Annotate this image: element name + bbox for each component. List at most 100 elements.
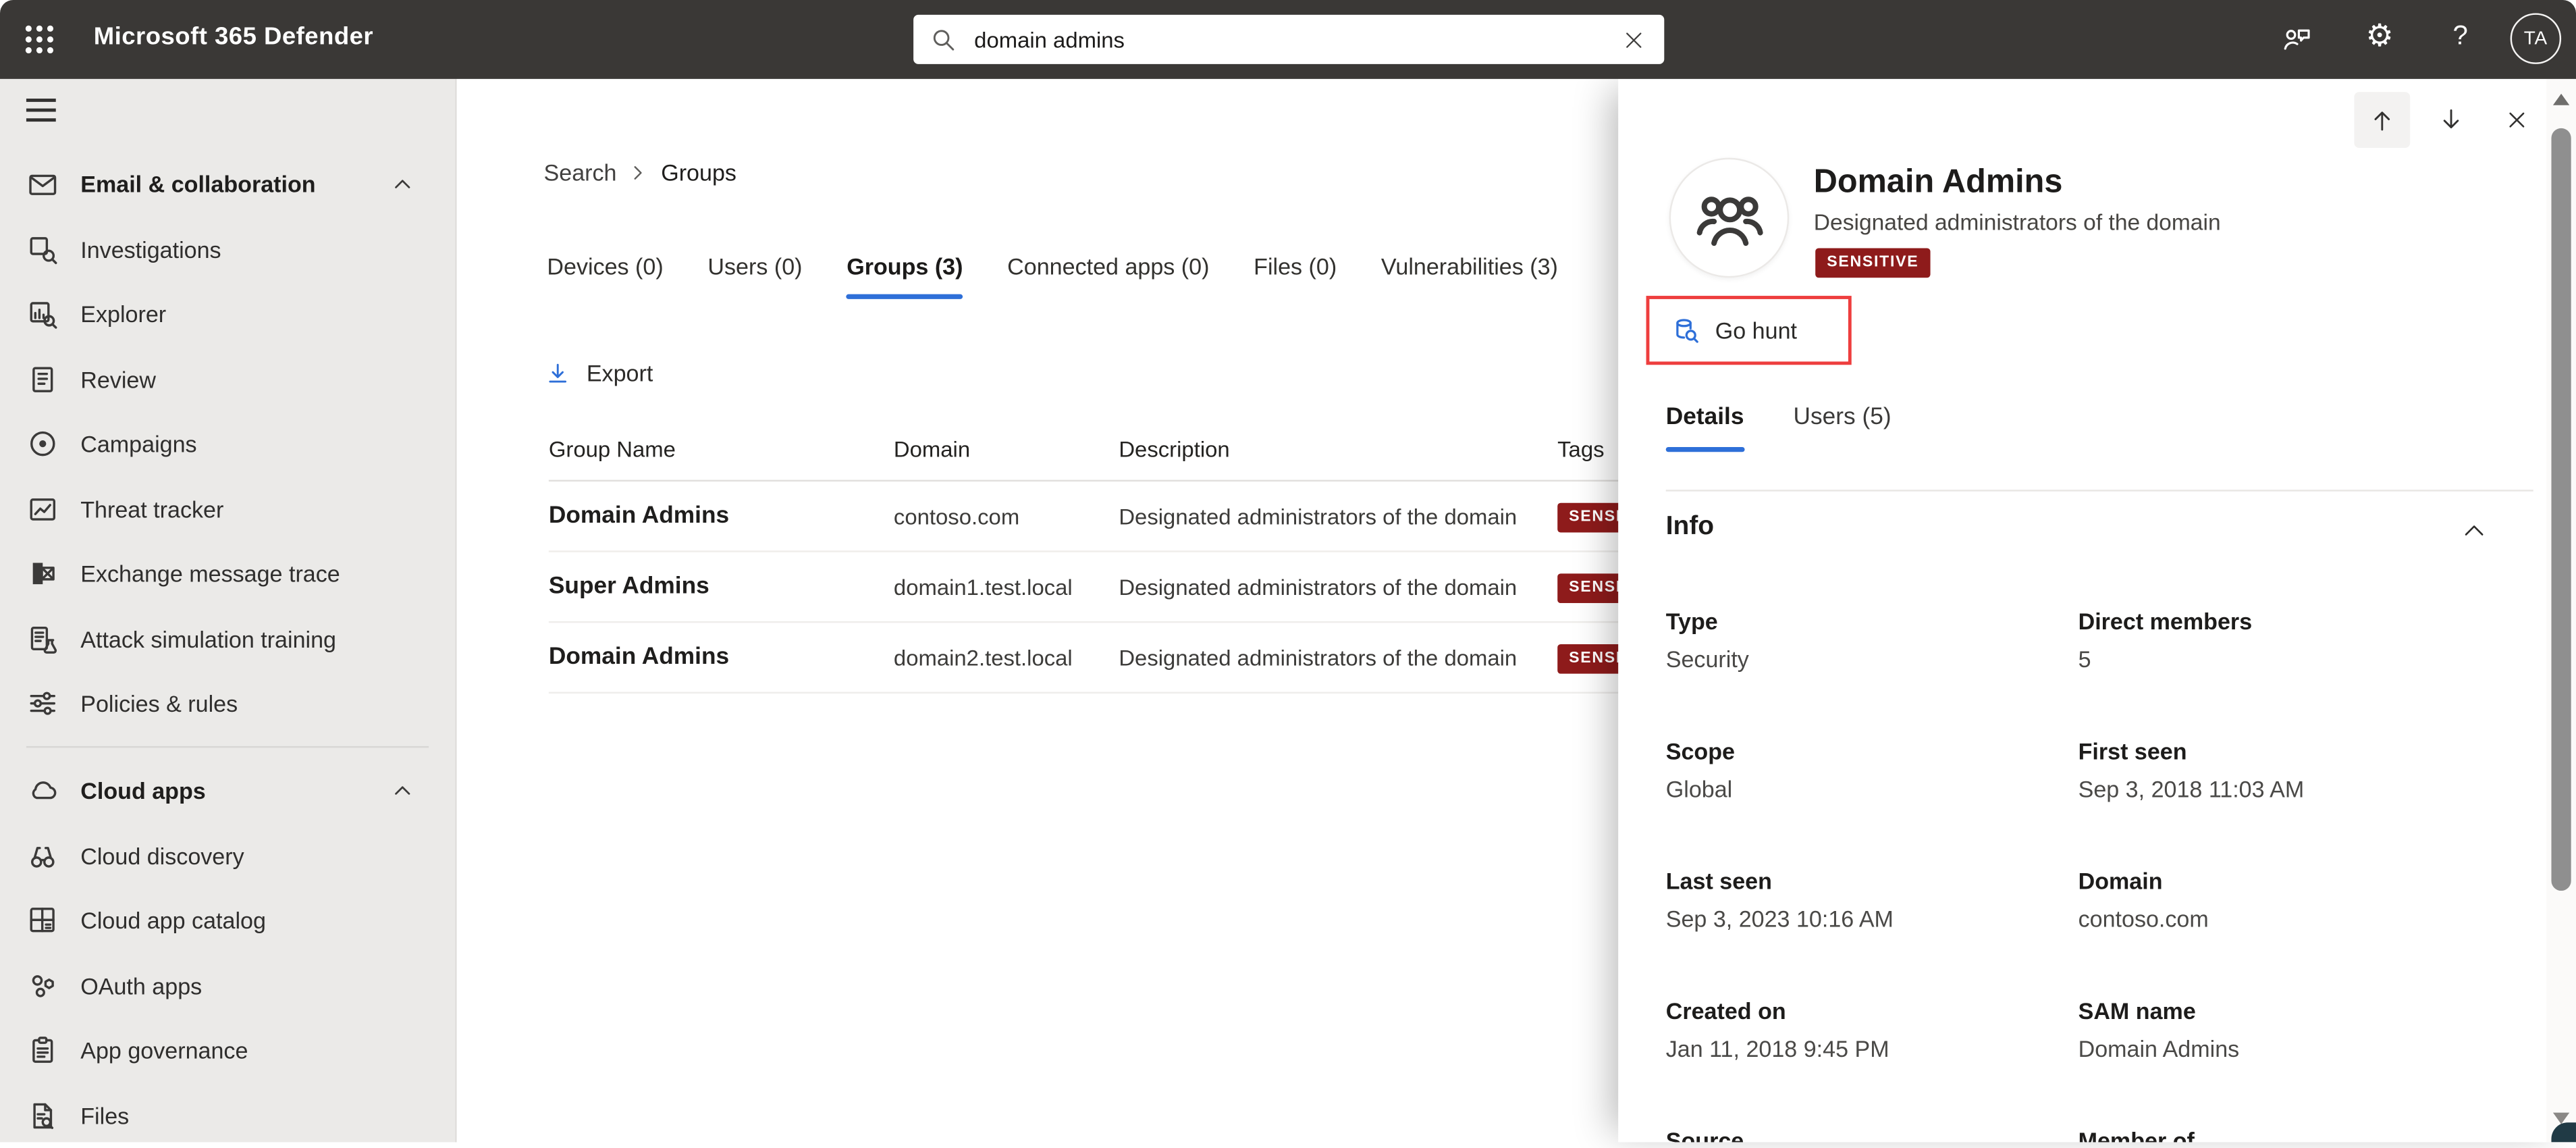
sidebar-item-threat-tracker[interactable]: Threat tracker bbox=[0, 477, 455, 542]
info-section-title: Info bbox=[1665, 513, 1715, 541]
panel-tab-users[interactable]: Users (5) bbox=[1794, 405, 1891, 452]
info-row: Created on Jan 11, 2018 9:45 PM SAM name… bbox=[1666, 997, 2537, 1062]
chevron-right-icon bbox=[628, 163, 650, 184]
field-value: contoso.com bbox=[2078, 905, 2209, 932]
top-bar: Microsoft 365 Defender ⚙ ? TA bbox=[0, 0, 2576, 79]
threat-tracker-icon bbox=[26, 492, 59, 525]
settings-gear-icon[interactable]: ⚙ bbox=[2365, 16, 2393, 59]
sidebar-section-email-collaboration[interactable]: Email & collaboration bbox=[0, 151, 455, 217]
details-flyout-panel: Domain Admins Designated administrators … bbox=[1618, 78, 2576, 1143]
sidebar-item-campaigns[interactable]: Campaigns bbox=[0, 412, 455, 477]
field-label: SAM name bbox=[2078, 997, 2196, 1024]
chevron-up-icon[interactable] bbox=[390, 171, 423, 197]
sidebar-item-attack-simulation-training[interactable]: Attack simulation training bbox=[0, 606, 455, 671]
sidebar-item-app-governance[interactable]: App governance bbox=[0, 1018, 455, 1083]
account-avatar[interactable]: TA bbox=[2510, 13, 2562, 64]
table-row[interactable]: Domain Admins domain2.test.local Designa… bbox=[548, 623, 1802, 694]
sidebar-item-review[interactable]: Review bbox=[0, 347, 455, 412]
chevron-up-icon[interactable] bbox=[390, 777, 423, 804]
tab-connected-apps[interactable]: Connected apps (0) bbox=[1007, 253, 1209, 299]
search-input[interactable] bbox=[971, 25, 1622, 54]
help-icon[interactable]: ? bbox=[2452, 22, 2467, 53]
go-hunt-button[interactable]: Go hunt bbox=[1646, 296, 1852, 365]
field-value: Sep 3, 2018 11:03 AM bbox=[2078, 775, 2305, 802]
panel-tabs: Details Users (5) bbox=[1665, 405, 1891, 452]
sensitive-badge: SENSITIVE bbox=[1557, 573, 1624, 603]
investigations-icon bbox=[26, 233, 59, 266]
sidebar-item-files[interactable]: Files bbox=[0, 1083, 455, 1148]
scrollbar[interactable] bbox=[2546, 78, 2576, 1143]
sidebar-divider bbox=[26, 746, 429, 748]
explorer-icon bbox=[26, 298, 59, 331]
next-item-button[interactable] bbox=[2423, 92, 2479, 148]
tab-vulnerabilities[interactable]: Vulnerabilities (3) bbox=[1381, 253, 1558, 299]
cloud-icon bbox=[26, 774, 59, 807]
table-header: Group Name Domain Description Tags bbox=[548, 417, 1802, 482]
sidebar-item-cloud-discovery[interactable]: Cloud discovery bbox=[0, 823, 455, 888]
review-icon bbox=[26, 363, 59, 396]
tab-users[interactable]: Users (0) bbox=[707, 253, 802, 299]
result-tabs: Devices (0) Users (0) Groups (3) Connect… bbox=[547, 253, 1558, 299]
field-label: Last seen bbox=[1665, 867, 1772, 894]
col-group-name: Group Name bbox=[548, 436, 676, 461]
sensitive-badge: SENSITIVE bbox=[1557, 503, 1624, 532]
sidebar-item-policies-rules[interactable]: Policies & rules bbox=[0, 671, 455, 736]
table-row[interactable]: Domain Admins contoso.com Designated adm… bbox=[548, 481, 1802, 552]
tab-files[interactable]: Files (0) bbox=[1254, 253, 1337, 299]
sidebar-item-oauth-apps[interactable]: OAuth apps bbox=[0, 954, 455, 1018]
attack-simulation-icon bbox=[26, 623, 59, 656]
col-domain: Domain bbox=[893, 436, 971, 461]
field-label: Domain bbox=[2078, 867, 2163, 894]
close-panel-button[interactable] bbox=[2489, 92, 2545, 148]
oauth-apps-icon bbox=[26, 969, 59, 1002]
field-label: First seen bbox=[2078, 737, 2187, 764]
sidebar-section-cloud-apps[interactable]: Cloud apps bbox=[0, 758, 455, 823]
groups-table: Group Name Domain Description Tags Domai… bbox=[548, 417, 1802, 694]
mail-icon bbox=[26, 167, 59, 201]
close-icon bbox=[2504, 107, 2530, 133]
breadcrumb-search[interactable]: Search bbox=[544, 159, 617, 186]
sensitive-badge: SENSITIVE bbox=[1815, 248, 1931, 278]
group-avatar bbox=[1669, 157, 1790, 278]
sidebar-nav: Email & collaboration Investigations Exp… bbox=[0, 78, 457, 1143]
arrow-down-icon bbox=[2436, 105, 2466, 135]
sidebar-item-explorer[interactable]: Explorer bbox=[0, 282, 455, 346]
global-search[interactable] bbox=[913, 14, 1665, 64]
panel-subtitle: Designated administrators of the domain bbox=[1813, 210, 2221, 236]
table-row[interactable]: Super Admins domain1.test.local Designat… bbox=[548, 552, 1802, 623]
go-hunt-icon bbox=[1669, 315, 1700, 346]
sidebar-item-exchange-message-trace[interactable]: Exchange message trace bbox=[0, 542, 455, 606]
field-value: Jan 11, 2018 9:45 PM bbox=[1665, 1035, 1889, 1062]
panel-title: Domain Admins bbox=[1813, 164, 2063, 201]
panel-tab-details[interactable]: Details bbox=[1665, 405, 1744, 452]
export-button[interactable]: Export bbox=[544, 352, 653, 394]
field-value: Global bbox=[1665, 775, 1733, 802]
scroll-up-arrow[interactable] bbox=[2552, 93, 2570, 105]
field-value: 5 bbox=[2078, 646, 2091, 673]
field-value: Domain Admins bbox=[2078, 1035, 2240, 1062]
tab-groups[interactable]: Groups (3) bbox=[847, 253, 963, 299]
app-launcher-icon[interactable] bbox=[22, 22, 58, 58]
policies-rules-icon bbox=[26, 687, 59, 721]
sidebar-item-investigations[interactable]: Investigations bbox=[0, 217, 455, 282]
group-people-icon bbox=[1693, 182, 1765, 254]
field-label: Created on bbox=[1665, 997, 1786, 1024]
field-label: Scope bbox=[1665, 737, 1735, 764]
clipboard-icon bbox=[26, 1034, 59, 1067]
clear-search-icon[interactable] bbox=[1621, 27, 1646, 52]
field-label: Direct members bbox=[2078, 608, 2253, 635]
panel-divider bbox=[1665, 490, 2533, 492]
sidebar-item-cloud-app-catalog[interactable]: Cloud app catalog bbox=[0, 888, 455, 953]
info-row: Source Member of bbox=[1666, 1127, 2537, 1142]
hamburger-menu-icon[interactable] bbox=[26, 99, 56, 122]
campaigns-icon bbox=[26, 427, 59, 461]
collapse-section-icon[interactable] bbox=[2459, 516, 2489, 546]
feedback-icon[interactable] bbox=[2280, 23, 2313, 56]
export-download-icon bbox=[544, 359, 572, 387]
arrow-up-icon bbox=[2367, 105, 2397, 135]
scrollbar-thumb[interactable] bbox=[2551, 128, 2571, 891]
previous-item-button[interactable] bbox=[2354, 92, 2411, 149]
field-label: Type bbox=[1665, 608, 1718, 635]
col-description: Description bbox=[1119, 436, 1230, 461]
tab-devices[interactable]: Devices (0) bbox=[547, 253, 663, 299]
